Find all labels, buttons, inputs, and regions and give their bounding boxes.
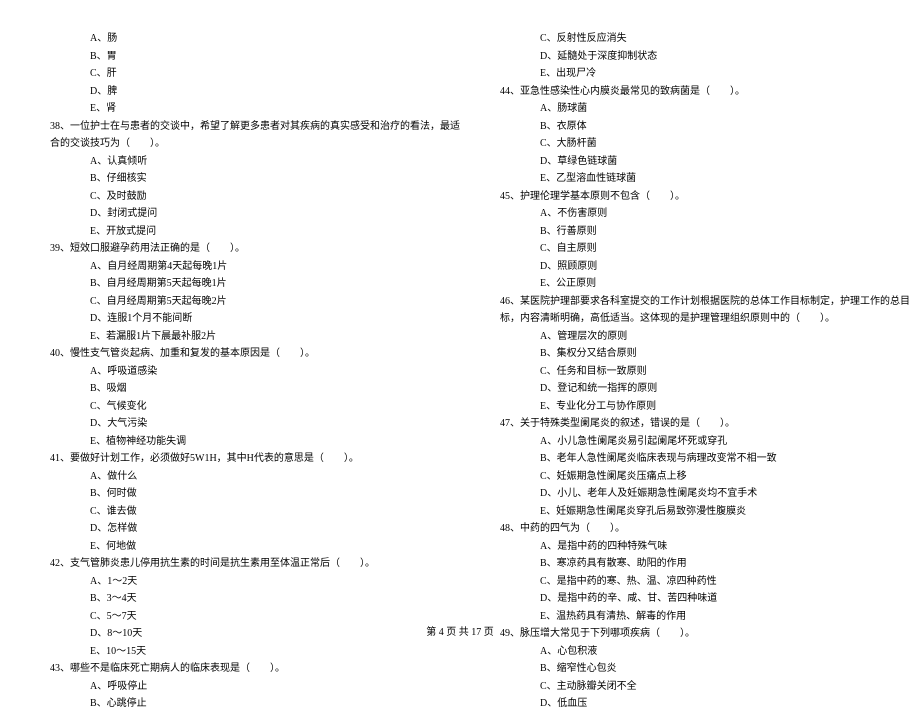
answer-option: A、心包积液 bbox=[500, 643, 910, 661]
answer-option: C、自主原则 bbox=[500, 240, 910, 258]
page-footer: 第 4 页 共 17 页 bbox=[0, 623, 920, 638]
answer-option: D、小儿、老年人及妊娠期急性阑尾炎均不宜手术 bbox=[500, 485, 910, 503]
answer-option: D、脾 bbox=[50, 83, 460, 101]
answer-option: B、行善原则 bbox=[500, 223, 910, 241]
answer-option: E、植物神经功能失调 bbox=[50, 433, 460, 451]
answer-option: E、出现尸冷 bbox=[500, 65, 910, 83]
answer-option: A、小儿急性阑尾炎易引起阑尾坏死或穿孔 bbox=[500, 433, 910, 451]
answer-option: D、低血压 bbox=[500, 695, 910, 713]
answer-option: D、草绿色链球菌 bbox=[500, 153, 910, 171]
answer-option: C、谁去做 bbox=[50, 503, 460, 521]
answer-option: C、反射性反应消失 bbox=[500, 30, 910, 48]
answer-option: E、专业化分工与协作原则 bbox=[500, 398, 910, 416]
answer-option: B、仔细核实 bbox=[50, 170, 460, 188]
answer-option: D、是指中药的辛、咸、甘、苦四种味道 bbox=[500, 590, 910, 608]
question-text: 48、中药的四气为（ ）。 bbox=[500, 520, 910, 538]
answer-option: C、自月经周期第5天起每晚2片 bbox=[50, 293, 460, 311]
question-text: 38、一位护士在与患者的交谈中，希望了解更多患者对其疾病的真实感受和治疗的看法，… bbox=[50, 118, 460, 136]
answer-option: D、封闭式提问 bbox=[50, 205, 460, 223]
answer-option: A、认真倾听 bbox=[50, 153, 460, 171]
answer-option: C、大肠杆菌 bbox=[500, 135, 910, 153]
answer-option: B、3～4天 bbox=[50, 590, 460, 608]
question-text: 43、哪些不是临床死亡期病人的临床表现是（ ）。 bbox=[50, 660, 460, 678]
answer-option: D、连服1个月不能间断 bbox=[50, 310, 460, 328]
answer-option: A、自月经周期第4天起每晚1片 bbox=[50, 258, 460, 276]
question-text: 44、亚急性感染性心内膜炎最常见的致病菌是（ ）。 bbox=[500, 83, 910, 101]
answer-option: E、开放式提问 bbox=[50, 223, 460, 241]
answer-option: B、心跳停止 bbox=[50, 695, 460, 713]
answer-option: A、肠 bbox=[50, 30, 460, 48]
answer-option: C、及时鼓励 bbox=[50, 188, 460, 206]
answer-option: E、肾 bbox=[50, 100, 460, 118]
answer-option: A、1～2天 bbox=[50, 573, 460, 591]
answer-option: A、呼吸道感染 bbox=[50, 363, 460, 381]
answer-option: E、乙型溶血性链球菌 bbox=[500, 170, 910, 188]
right-column: C、反射性反应消失D、延髓处于深度抑制状态E、出现尸冷44、亚急性感染性心内膜炎… bbox=[500, 30, 910, 620]
question-text: 42、支气管肺炎患儿停用抗生素的时间是抗生素用至体温正常后（ ）。 bbox=[50, 555, 460, 573]
answer-option: E、何地做 bbox=[50, 538, 460, 556]
answer-option: B、自月经周期第5天起每晚1片 bbox=[50, 275, 460, 293]
answer-option: A、做什么 bbox=[50, 468, 460, 486]
answer-option: A、呼吸停止 bbox=[50, 678, 460, 696]
question-text: 39、短效口服避孕药用法正确的是（ ）。 bbox=[50, 240, 460, 258]
answer-option: E、若漏服1片下晨最补服2片 bbox=[50, 328, 460, 346]
answer-option: E、10～15天 bbox=[50, 643, 460, 661]
page-container: A、肠B、胃C、肝D、脾E、肾38、一位护士在与患者的交谈中，希望了解更多患者对… bbox=[50, 30, 870, 620]
answer-option: D、怎样做 bbox=[50, 520, 460, 538]
answer-option: C、任务和目标一致原则 bbox=[500, 363, 910, 381]
answer-option: E、公正原则 bbox=[500, 275, 910, 293]
answer-option: B、何时做 bbox=[50, 485, 460, 503]
question-text: 41、要做好计划工作，必须做好5W1H，其中H代表的意思是（ ）。 bbox=[50, 450, 460, 468]
question-text: 合的交谈技巧为（ ）。 bbox=[50, 135, 460, 153]
answer-option: E、妊娠期急性阑尾炎穿孔后易致弥漫性腹膜炎 bbox=[500, 503, 910, 521]
question-text: 46、某医院护理部要求各科室提交的工作计划根据医院的总体工作目标制定，护理工作的… bbox=[500, 293, 910, 311]
answer-option: A、是指中药的四种特殊气味 bbox=[500, 538, 910, 556]
answer-option: C、主动脉瓣关闭不全 bbox=[500, 678, 910, 696]
answer-option: A、肠球菌 bbox=[500, 100, 910, 118]
answer-option: D、登记和统一指挥的原则 bbox=[500, 380, 910, 398]
answer-option: D、延髓处于深度抑制状态 bbox=[500, 48, 910, 66]
answer-option: B、缩窄性心包炎 bbox=[500, 660, 910, 678]
answer-option: B、衣原体 bbox=[500, 118, 910, 136]
question-text: 40、慢性支气管炎起病、加重和复发的基本原因是（ ）。 bbox=[50, 345, 460, 363]
answer-option: C、肝 bbox=[50, 65, 460, 83]
answer-option: B、寒凉药具有散寒、助阳的作用 bbox=[500, 555, 910, 573]
left-column: A、肠B、胃C、肝D、脾E、肾38、一位护士在与患者的交谈中，希望了解更多患者对… bbox=[50, 30, 460, 620]
answer-option: D、照顾原则 bbox=[500, 258, 910, 276]
answer-option: C、气候变化 bbox=[50, 398, 460, 416]
question-text: 47、关于特殊类型阑尾炎的叙述，错误的是（ ）。 bbox=[500, 415, 910, 433]
answer-option: B、集权分又结合原则 bbox=[500, 345, 910, 363]
answer-option: A、管理层次的原则 bbox=[500, 328, 910, 346]
answer-option: B、胃 bbox=[50, 48, 460, 66]
question-text: 45、护理伦理学基本原则不包含（ ）。 bbox=[500, 188, 910, 206]
answer-option: C、妊娠期急性阑尾炎压痛点上移 bbox=[500, 468, 910, 486]
answer-option: A、不伤害原则 bbox=[500, 205, 910, 223]
answer-option: C、是指中药的寒、热、温、凉四种药性 bbox=[500, 573, 910, 591]
answer-option: B、老年人急性阑尾炎临床表现与病理改变常不相一致 bbox=[500, 450, 910, 468]
answer-option: B、吸烟 bbox=[50, 380, 460, 398]
question-text: 标，内容清晰明确，高低适当。这体现的是护理管理组织原则中的（ ）。 bbox=[500, 310, 910, 328]
answer-option: D、大气污染 bbox=[50, 415, 460, 433]
